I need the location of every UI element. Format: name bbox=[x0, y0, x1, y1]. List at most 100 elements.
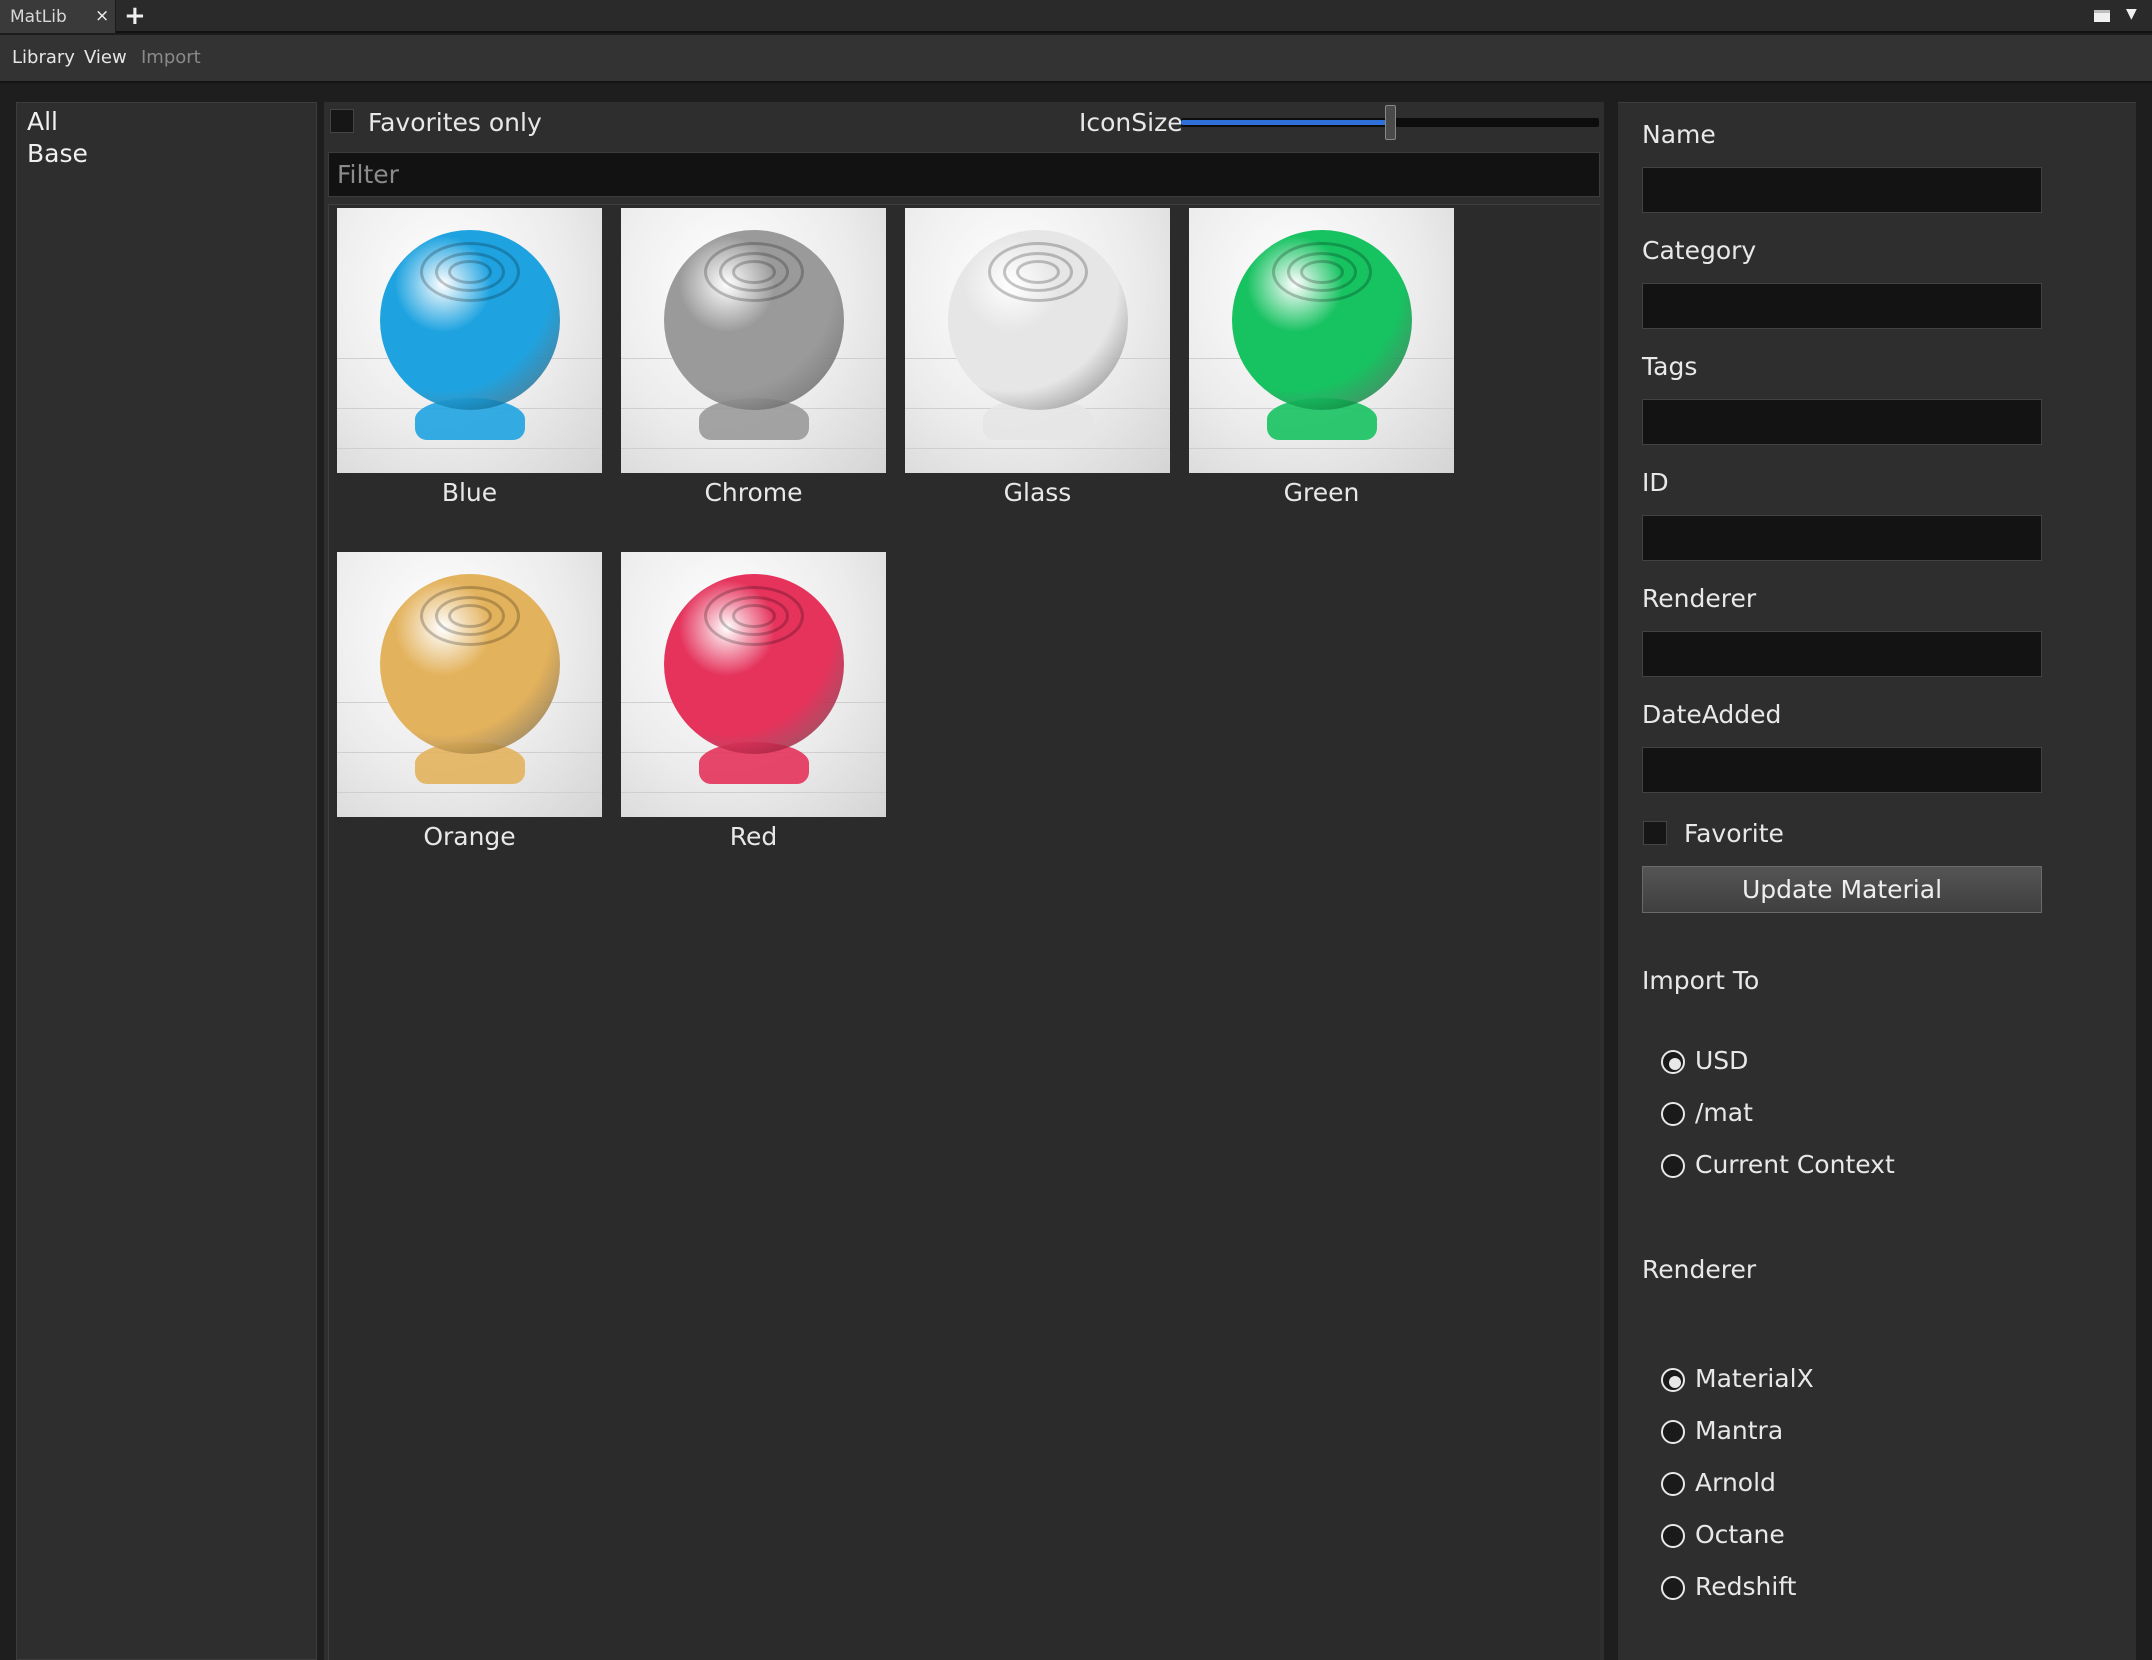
preview-sphere bbox=[380, 230, 560, 410]
add-tab-icon[interactable]: + bbox=[124, 1, 146, 31]
sphere-groove bbox=[1016, 260, 1060, 284]
radio-circle[interactable] bbox=[1661, 1154, 1685, 1178]
renderer-field-label: Renderer bbox=[1642, 584, 1757, 613]
tags-field[interactable] bbox=[1642, 399, 2042, 445]
material-card[interactable]: Red bbox=[621, 552, 886, 862]
category-item-base[interactable]: Base bbox=[27, 139, 88, 168]
renderer-option-label[interactable]: Mantra bbox=[1695, 1416, 1783, 1445]
material-thumbnail[interactable] bbox=[621, 552, 886, 817]
tab-matlib[interactable]: MatLib × bbox=[0, 0, 116, 33]
material-browser: Favorites only IconSize Blue Chrome Glass G… bbox=[324, 102, 1604, 1660]
filter-input[interactable] bbox=[328, 152, 1600, 197]
import-to-radio[interactable] bbox=[1661, 1102, 1687, 1128]
renderer-section-label: Renderer bbox=[1642, 1255, 1757, 1284]
dateadded-field[interactable] bbox=[1642, 747, 2042, 793]
properties-panel: Name Category Tags ID Renderer DateAdded… bbox=[1618, 102, 2136, 1660]
menu-bar: Library View Import bbox=[0, 35, 2152, 83]
preview-sphere bbox=[1232, 230, 1412, 410]
preview-sphere bbox=[664, 574, 844, 754]
close-icon[interactable]: × bbox=[95, 6, 109, 26]
tab-label: MatLib bbox=[10, 7, 67, 27]
material-thumbnail[interactable] bbox=[337, 552, 602, 817]
radio-circle[interactable] bbox=[1661, 1472, 1685, 1496]
material-name: Glass bbox=[1003, 478, 1072, 507]
radio-selected-dot bbox=[1669, 1376, 1681, 1388]
iconsize-slider-handle[interactable] bbox=[1385, 105, 1396, 140]
floor-grid-line bbox=[621, 792, 886, 793]
renderer-radio[interactable] bbox=[1661, 1576, 1687, 1602]
radio-circle[interactable] bbox=[1661, 1524, 1685, 1548]
material-name: Orange bbox=[423, 822, 516, 851]
category-list: All Base bbox=[16, 102, 317, 1660]
renderer-option-label[interactable]: Octane bbox=[1695, 1520, 1785, 1549]
chevron-down-icon[interactable]: ▼ bbox=[2126, 6, 2137, 22]
dateadded-label: DateAdded bbox=[1642, 700, 1782, 729]
radio-selected-dot bbox=[1669, 1058, 1681, 1070]
radio-circle[interactable] bbox=[1661, 1576, 1685, 1600]
menu-view[interactable]: View bbox=[84, 47, 127, 68]
renderer-radio[interactable] bbox=[1661, 1420, 1687, 1446]
import-to-option-label[interactable]: USD bbox=[1695, 1046, 1748, 1075]
radio-circle[interactable] bbox=[1661, 1420, 1685, 1444]
main-area: All Base Favorites only IconSize Blue Chr… bbox=[0, 85, 2152, 1660]
pane-layout-icon[interactable] bbox=[2094, 10, 2110, 22]
tab-bar: MatLib × + ▼ bbox=[0, 0, 2152, 33]
id-field[interactable] bbox=[1642, 515, 2042, 561]
material-grid: Blue Chrome Glass Green Orange Red bbox=[328, 204, 1600, 1660]
import-to-option-label[interactable]: Current Context bbox=[1695, 1150, 1895, 1179]
sphere-groove bbox=[448, 604, 492, 628]
floor-grid-line bbox=[905, 448, 1170, 449]
renderer-option-label[interactable]: Arnold bbox=[1695, 1468, 1776, 1497]
favorites-only-label: Favorites only bbox=[368, 108, 542, 137]
preview-sphere bbox=[948, 230, 1128, 410]
import-to-option-label[interactable]: /mat bbox=[1695, 1098, 1753, 1127]
radio-circle[interactable] bbox=[1661, 1050, 1685, 1074]
menu-library[interactable]: Library bbox=[12, 47, 75, 68]
radio-circle[interactable] bbox=[1661, 1368, 1685, 1392]
renderer-option-label[interactable]: Redshift bbox=[1695, 1572, 1796, 1601]
material-thumbnail[interactable] bbox=[337, 208, 602, 473]
renderer-radio[interactable] bbox=[1661, 1368, 1687, 1394]
iconsize-slider[interactable] bbox=[1181, 105, 1599, 140]
material-thumbnail[interactable] bbox=[905, 208, 1170, 473]
category-item-all[interactable]: All bbox=[27, 107, 58, 136]
material-card[interactable]: Blue bbox=[337, 208, 602, 518]
floor-grid-line bbox=[1189, 448, 1454, 449]
material-name: Red bbox=[729, 822, 778, 851]
sphere-groove bbox=[732, 260, 776, 284]
renderer-radio[interactable] bbox=[1661, 1524, 1687, 1550]
floor-grid-line bbox=[337, 792, 602, 793]
floor-grid-line bbox=[621, 448, 886, 449]
update-material-button[interactable]: Update Material bbox=[1642, 866, 2042, 913]
iconsize-slider-fill bbox=[1181, 120, 1390, 125]
name-field[interactable] bbox=[1642, 167, 2042, 213]
import-to-radio[interactable] bbox=[1661, 1154, 1687, 1180]
category-field[interactable] bbox=[1642, 283, 2042, 329]
favorites-only-checkbox[interactable] bbox=[330, 109, 354, 133]
import-to-radio[interactable] bbox=[1661, 1050, 1687, 1076]
material-card[interactable]: Glass bbox=[905, 208, 1170, 518]
menu-import[interactable]: Import bbox=[141, 47, 201, 68]
material-thumbnail[interactable] bbox=[621, 208, 886, 473]
material-card[interactable]: Green bbox=[1189, 208, 1454, 518]
material-name: Blue bbox=[441, 478, 498, 507]
name-label: Name bbox=[1642, 120, 1716, 149]
radio-circle[interactable] bbox=[1661, 1102, 1685, 1126]
favorite-label: Favorite bbox=[1684, 819, 1784, 848]
material-card[interactable]: Orange bbox=[337, 552, 602, 862]
renderer-option-label[interactable]: MaterialX bbox=[1695, 1364, 1814, 1393]
renderer-field[interactable] bbox=[1642, 631, 2042, 677]
preview-sphere bbox=[380, 574, 560, 754]
renderer-radio[interactable] bbox=[1661, 1472, 1687, 1498]
import-to-label: Import To bbox=[1642, 966, 1760, 995]
material-thumbnail[interactable] bbox=[1189, 208, 1454, 473]
material-card[interactable]: Chrome bbox=[621, 208, 886, 518]
material-name: Green bbox=[1283, 478, 1360, 507]
sphere-groove bbox=[448, 260, 492, 284]
iconsize-label: IconSize bbox=[1079, 108, 1183, 137]
id-label: ID bbox=[1642, 468, 1669, 497]
sphere-groove bbox=[732, 604, 776, 628]
favorite-checkbox[interactable] bbox=[1643, 821, 1667, 845]
preview-sphere bbox=[664, 230, 844, 410]
category-label: Category bbox=[1642, 236, 1757, 265]
